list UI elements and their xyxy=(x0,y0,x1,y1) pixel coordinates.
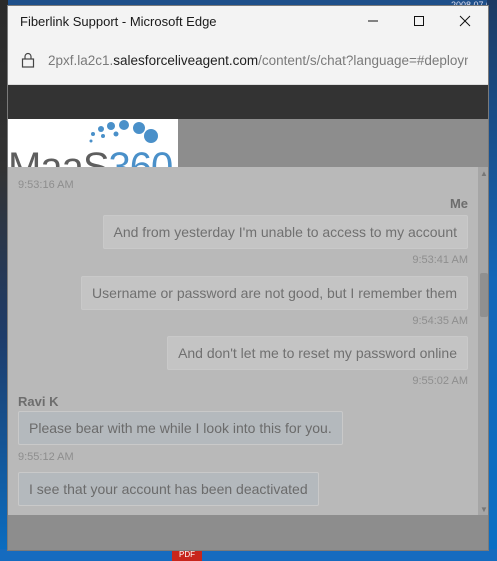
maximize-button[interactable] xyxy=(396,6,442,36)
url-domain: salesforceliveagent.com xyxy=(113,52,259,68)
sender-agent-label: Ravi K xyxy=(18,394,59,409)
address-bar[interactable]: 2pxf.la2c1.salesforceliveagent.com/conte… xyxy=(8,36,488,85)
message-me: And from yesterday I'm unable to access … xyxy=(102,215,468,249)
maximize-icon xyxy=(414,16,424,26)
title-bar: Fiberlink Support - Microsoft Edge xyxy=(8,6,488,36)
message-agent: Please bear with me while I look into th… xyxy=(18,411,343,445)
logo-row: MaaS360 xyxy=(8,119,488,169)
message-me: Username or password are not good, but I… xyxy=(81,276,468,310)
chat-transcript: 9:53:16 AM Me And from yesterday I'm una… xyxy=(8,167,478,515)
sender-me-label: Me xyxy=(449,196,468,211)
timestamp: 9:53:16 AM xyxy=(18,179,74,191)
browser-window: Fiberlink Support - Microsoft Edge 2pxf.… xyxy=(7,5,489,551)
timestamp: 9:53:41 AM xyxy=(412,254,468,266)
page-header-band xyxy=(8,85,488,119)
lock-icon[interactable] xyxy=(8,52,48,68)
scroll-up-icon[interactable]: ▲ xyxy=(480,169,488,178)
timestamp: 9:55:02 AM xyxy=(412,375,468,387)
scrollbar-thumb[interactable] xyxy=(480,273,488,317)
message-me: And don't let me to reset my password on… xyxy=(167,336,468,370)
close-icon xyxy=(459,15,471,27)
scroll-down-icon[interactable]: ▼ xyxy=(480,505,488,514)
maas360-logo: MaaS360 xyxy=(8,119,178,169)
timestamp: 9:55:12 AM xyxy=(18,451,74,463)
minimize-button[interactable] xyxy=(350,6,396,36)
chat-scrollbar[interactable]: ▲ ▼ xyxy=(478,167,488,515)
window-title: Fiberlink Support - Microsoft Edge xyxy=(20,13,217,29)
url-text[interactable]: 2pxf.la2c1.salesforceliveagent.com/conte… xyxy=(48,53,468,68)
url-path: /content/s/chat?language=#deployme xyxy=(258,52,468,68)
chat-input-area[interactable] xyxy=(8,515,488,550)
close-button[interactable] xyxy=(442,6,488,36)
logo-text: MaaS360 xyxy=(8,145,173,169)
url-prefix: 2pxf.la2c1. xyxy=(48,52,114,68)
timestamp: 9:54:35 AM xyxy=(412,315,468,327)
message-agent: I see that your account has been deactiv… xyxy=(18,472,319,506)
minimize-icon xyxy=(368,20,378,22)
